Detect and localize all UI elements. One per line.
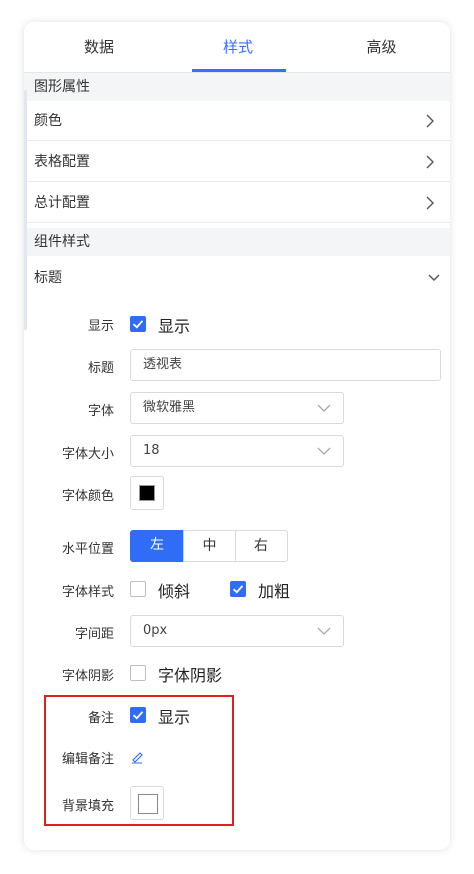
- font-shadow-checkbox[interactable]: [130, 665, 146, 681]
- title-label: 标题: [87, 361, 114, 376]
- show-checkbox[interactable]: [130, 316, 146, 332]
- h-align-segmented: 左 中 右: [130, 530, 288, 562]
- italic-checkbox[interactable]: [130, 581, 146, 597]
- section-graphic-properties: 图形属性: [24, 73, 450, 101]
- font-label: 字体: [87, 404, 114, 419]
- font-color-label: 字体颜色: [61, 489, 114, 504]
- font-size-select[interactable]: 18: [130, 435, 344, 467]
- h-align-center[interactable]: 中: [183, 530, 236, 562]
- edit-pencil-icon[interactable]: [130, 750, 144, 764]
- checkmark-icon: [232, 585, 244, 594]
- italic-text: 倾斜: [158, 582, 191, 601]
- font-size-label: 字体大小: [61, 447, 114, 462]
- bold-checkbox[interactable]: [230, 581, 246, 597]
- font-shadow-label: 字体阴影: [61, 669, 114, 684]
- row-color[interactable]: 颜色: [24, 101, 450, 141]
- bg-fill-label: 背景填充: [61, 799, 114, 814]
- letter-spacing-select[interactable]: 0px: [130, 615, 344, 647]
- tab-bar: 数据 样式 高级: [24, 22, 450, 73]
- chevron-right-icon: [426, 114, 434, 128]
- remark-label: 备注: [87, 711, 114, 726]
- tab-data[interactable]: 数据: [49, 22, 149, 72]
- bg-fill-swatch: [138, 794, 158, 814]
- title-input[interactable]: 透视表: [130, 349, 441, 381]
- font-color-swatch: [139, 485, 155, 501]
- letter-spacing-value: 0px: [143, 623, 168, 638]
- font-select[interactable]: 微软雅黑: [130, 392, 344, 424]
- checkmark-icon: [132, 320, 144, 329]
- font-shadow-text: 字体阴影: [158, 666, 223, 685]
- font-color-picker[interactable]: [130, 476, 164, 510]
- chevron-down-icon: [317, 627, 331, 635]
- remark-checkbox[interactable]: [130, 707, 146, 723]
- font-size-value: 18: [143, 443, 160, 458]
- font-style-label: 字体样式: [61, 585, 114, 600]
- checkmark-icon: [132, 711, 144, 720]
- chevron-down-icon: [317, 447, 331, 455]
- letter-spacing-label: 字间距: [74, 627, 114, 642]
- h-align-label: 水平位置: [61, 542, 114, 557]
- chevron-down-icon: [428, 274, 440, 281]
- h-align-left[interactable]: 左: [130, 530, 184, 562]
- title-group-label: 标题: [34, 270, 62, 286]
- edit-remark-label: 编辑备注: [61, 752, 114, 767]
- tab-advanced[interactable]: 高级: [329, 22, 434, 72]
- row-color-label: 颜色: [34, 113, 62, 129]
- remark-text: 显示: [158, 708, 191, 727]
- row-total-config-label: 总计配置: [34, 195, 90, 211]
- chevron-down-icon: [317, 404, 331, 412]
- row-title-group[interactable]: 标题: [24, 258, 450, 298]
- tab-style[interactable]: 样式: [190, 22, 286, 72]
- row-table-config-label: 表格配置: [34, 154, 90, 170]
- style-panel: 数据 样式 高级 图形属性 颜色 表格配置 总计配置 组件样式 标题 显示 显示…: [24, 22, 450, 850]
- font-select-value: 微软雅黑: [143, 400, 196, 415]
- scrollbar[interactable]: [24, 90, 27, 330]
- chevron-right-icon: [426, 155, 434, 169]
- row-table-config[interactable]: 表格配置: [24, 142, 450, 182]
- show-text: 显示: [158, 317, 191, 336]
- bg-fill-picker[interactable]: [130, 786, 164, 820]
- show-label: 显示: [87, 319, 114, 334]
- active-tab-indicator: [192, 69, 286, 72]
- row-total-config[interactable]: 总计配置: [24, 183, 450, 223]
- section-component-style: 组件样式: [24, 228, 450, 256]
- chevron-right-icon: [426, 196, 434, 210]
- h-align-right[interactable]: 右: [235, 530, 288, 562]
- bold-text: 加粗: [258, 582, 291, 601]
